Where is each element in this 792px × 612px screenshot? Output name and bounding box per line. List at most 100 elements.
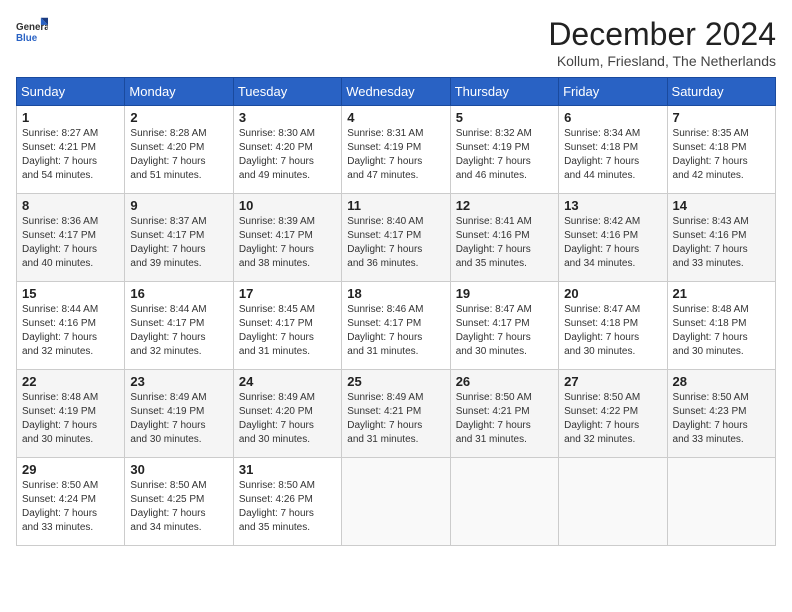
day-number: 10 <box>239 198 336 213</box>
day-number: 26 <box>456 374 553 389</box>
day-number: 19 <box>456 286 553 301</box>
cell-text: Sunrise: 8:40 AMSunset: 4:17 PMDaylight:… <box>347 215 444 271</box>
day-number: 2 <box>130 110 227 125</box>
cell-text: Sunrise: 8:37 AMSunset: 4:17 PMDaylight:… <box>130 215 227 271</box>
day-number: 8 <box>22 198 119 213</box>
day-number: 6 <box>564 110 661 125</box>
cell-text: Sunrise: 8:32 AMSunset: 4:19 PMDaylight:… <box>456 127 553 183</box>
day-cell: 29Sunrise: 8:50 AMSunset: 4:24 PMDayligh… <box>17 458 125 546</box>
day-cell: 9 Sunrise: 8:37 AMSunset: 4:17 PMDaylight… <box>125 194 233 282</box>
weekday-header-friday: Friday <box>559 78 667 106</box>
cell-text: Sunrise: 8:39 AMSunset: 4:17 PMDaylight:… <box>239 215 336 271</box>
day-number: 27 <box>564 374 661 389</box>
day-number: 7 <box>673 110 770 125</box>
cell-text: Sunrise: 8:43 AMSunset: 4:16 PMDaylight:… <box>673 215 770 271</box>
cell-text: Sunrise: 8:50 AMSunset: 4:23 PMDaylight:… <box>673 391 770 447</box>
day-cell: 18 Sunrise: 8:46 AMSunset: 4:17 PMDayligh… <box>342 282 450 370</box>
day-cell: 3 Sunrise: 8:30 AMSunset: 4:20 PMDaylight… <box>233 106 341 194</box>
cell-text: Sunrise: 8:28 AMSunset: 4:20 PMDaylight:… <box>130 127 227 183</box>
day-cell: 8 Sunrise: 8:36 AMSunset: 4:17 PMDaylight… <box>17 194 125 282</box>
cell-text: Sunrise: 8:49 AMSunset: 4:21 PMDaylight:… <box>347 391 444 447</box>
day-cell: 12Sunrise: 8:41 AMSunset: 4:16 PMDayligh… <box>450 194 558 282</box>
cell-text: Sunrise: 8:47 AMSunset: 4:17 PMDaylight:… <box>456 303 553 359</box>
day-number: 15 <box>22 286 119 301</box>
day-cell: 27 Sunrise: 8:50 AMSunset: 4:22 PMDayligh… <box>559 370 667 458</box>
day-number: 1 <box>22 110 119 125</box>
day-number: 30 <box>130 462 227 477</box>
day-cell <box>559 458 667 546</box>
day-number: 28 <box>673 374 770 389</box>
logo: General Blue <box>16 16 48 48</box>
day-cell: 6 Sunrise: 8:34 AMSunset: 4:18 PMDaylight… <box>559 106 667 194</box>
day-number: 3 <box>239 110 336 125</box>
cell-text: Sunrise: 8:50 AMSunset: 4:25 PMDaylight:… <box>130 479 227 535</box>
cell-text: Sunrise: 8:46 AMSunset: 4:17 PMDaylight:… <box>347 303 444 359</box>
day-number: 20 <box>564 286 661 301</box>
day-number: 5 <box>456 110 553 125</box>
day-cell: 15 Sunrise: 8:44 AMSunset: 4:16 PMDayligh… <box>17 282 125 370</box>
day-number: 16 <box>130 286 227 301</box>
title-block: December 2024 Kollum, Friesland, The Net… <box>548 16 776 69</box>
day-cell: 17 Sunrise: 8:45 AMSunset: 4:17 PMDayligh… <box>233 282 341 370</box>
cell-text: Sunrise: 8:44 AMSunset: 4:17 PMDaylight:… <box>130 303 227 359</box>
weekday-header-tuesday: Tuesday <box>233 78 341 106</box>
day-number: 9 <box>130 198 227 213</box>
page-header: General Blue December 2024 Kollum, Fries… <box>16 16 776 69</box>
cell-text: Sunrise: 8:34 AMSunset: 4:18 PMDaylight:… <box>564 127 661 183</box>
svg-text:Blue: Blue <box>16 33 38 44</box>
day-number: 23 <box>130 374 227 389</box>
day-cell: 28 Sunrise: 8:50 AMSunset: 4:23 PMDayligh… <box>667 370 775 458</box>
cell-text: Sunrise: 8:49 AMSunset: 4:19 PMDaylight:… <box>130 391 227 447</box>
day-cell: 13 Sunrise: 8:42 AMSunset: 4:16 PMDayligh… <box>559 194 667 282</box>
day-number: 24 <box>239 374 336 389</box>
day-number: 4 <box>347 110 444 125</box>
week-row-3: 15 Sunrise: 8:44 AMSunset: 4:16 PMDayligh… <box>17 282 776 370</box>
day-cell: 22 Sunrise: 8:48 AMSunset: 4:19 PMDayligh… <box>17 370 125 458</box>
day-number: 22 <box>22 374 119 389</box>
day-number: 29 <box>22 462 119 477</box>
cell-text: Sunrise: 8:30 AMSunset: 4:20 PMDaylight:… <box>239 127 336 183</box>
cell-text: Sunrise: 8:42 AMSunset: 4:16 PMDaylight:… <box>564 215 661 271</box>
cell-text: Sunrise: 8:27 AMSunset: 4:21 PMDaylight:… <box>22 127 119 183</box>
location: Kollum, Friesland, The Netherlands <box>548 53 776 69</box>
day-cell: 25Sunrise: 8:49 AMSunset: 4:21 PMDayligh… <box>342 370 450 458</box>
weekday-header-saturday: Saturday <box>667 78 775 106</box>
day-number: 13 <box>564 198 661 213</box>
day-cell: 11 Sunrise: 8:40 AMSunset: 4:17 PMDayligh… <box>342 194 450 282</box>
day-cell: 31Sunrise: 8:50 AMSunset: 4:26 PMDayligh… <box>233 458 341 546</box>
day-number: 12 <box>456 198 553 213</box>
cell-text: Sunrise: 8:50 AMSunset: 4:26 PMDaylight:… <box>239 479 336 535</box>
week-row-1: 1 Sunrise: 8:27 AMSunset: 4:21 PMDaylight… <box>17 106 776 194</box>
day-cell: 7Sunrise: 8:35 AMSunset: 4:18 PMDaylight… <box>667 106 775 194</box>
week-row-4: 22 Sunrise: 8:48 AMSunset: 4:19 PMDayligh… <box>17 370 776 458</box>
cell-text: Sunrise: 8:50 AMSunset: 4:22 PMDaylight:… <box>564 391 661 447</box>
day-number: 14 <box>673 198 770 213</box>
day-cell: 16 Sunrise: 8:44 AMSunset: 4:17 PMDayligh… <box>125 282 233 370</box>
cell-text: Sunrise: 8:48 AMSunset: 4:18 PMDaylight:… <box>673 303 770 359</box>
day-cell: 21Sunrise: 8:48 AMSunset: 4:18 PMDayligh… <box>667 282 775 370</box>
day-cell: 19 Sunrise: 8:47 AMSunset: 4:17 PMDayligh… <box>450 282 558 370</box>
day-number: 11 <box>347 198 444 213</box>
cell-text: Sunrise: 8:50 AMSunset: 4:21 PMDaylight:… <box>456 391 553 447</box>
cell-text: Sunrise: 8:45 AMSunset: 4:17 PMDaylight:… <box>239 303 336 359</box>
cell-text: Sunrise: 8:36 AMSunset: 4:17 PMDaylight:… <box>22 215 119 271</box>
week-row-2: 8 Sunrise: 8:36 AMSunset: 4:17 PMDaylight… <box>17 194 776 282</box>
day-number: 17 <box>239 286 336 301</box>
day-number: 18 <box>347 286 444 301</box>
cell-text: Sunrise: 8:48 AMSunset: 4:19 PMDaylight:… <box>22 391 119 447</box>
weekday-header-thursday: Thursday <box>450 78 558 106</box>
day-cell: 2 Sunrise: 8:28 AMSunset: 4:20 PMDaylight… <box>125 106 233 194</box>
weekday-header-monday: Monday <box>125 78 233 106</box>
day-cell: 23 Sunrise: 8:49 AMSunset: 4:19 PMDayligh… <box>125 370 233 458</box>
cell-text: Sunrise: 8:49 AMSunset: 4:20 PMDaylight:… <box>239 391 336 447</box>
day-cell <box>342 458 450 546</box>
day-cell: 20Sunrise: 8:47 AMSunset: 4:18 PMDayligh… <box>559 282 667 370</box>
day-cell: 1 Sunrise: 8:27 AMSunset: 4:21 PMDaylight… <box>17 106 125 194</box>
day-cell <box>667 458 775 546</box>
cell-text: Sunrise: 8:31 AMSunset: 4:19 PMDaylight:… <box>347 127 444 183</box>
logo-icon: General Blue <box>16 16 48 48</box>
day-cell: 30 Sunrise: 8:50 AMSunset: 4:25 PMDayligh… <box>125 458 233 546</box>
day-cell: 10 Sunrise: 8:39 AMSunset: 4:17 PMDayligh… <box>233 194 341 282</box>
day-cell <box>450 458 558 546</box>
cell-text: Sunrise: 8:44 AMSunset: 4:16 PMDaylight:… <box>22 303 119 359</box>
